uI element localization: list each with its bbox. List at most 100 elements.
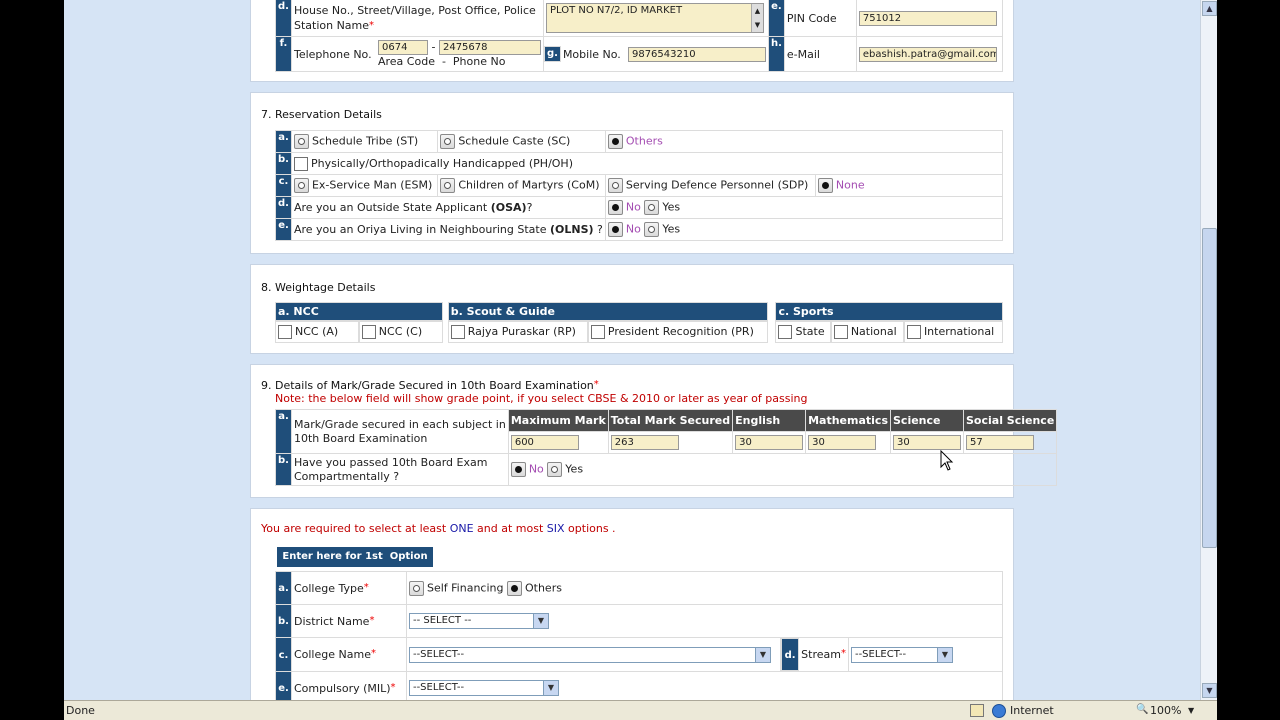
address-field[interactable]: PLOT NO N7/2, ID MARKET ▲ ▼ — [545, 3, 764, 33]
international-checkbox[interactable] — [906, 325, 921, 339]
osa-yes-radio[interactable] — [644, 200, 660, 215]
pin-field[interactable]: 751012 — [858, 10, 997, 26]
letter-a: a. — [275, 571, 292, 605]
ph-oh-checkbox[interactable] — [293, 156, 308, 171]
st-label: Schedule Tribe (ST) — [311, 134, 419, 148]
browser-viewport: d. House No., Street/Village, Post Offic… — [64, 0, 1200, 700]
olns-no-label: No — [625, 222, 641, 236]
radio-none[interactable] — [817, 178, 833, 193]
stream-select[interactable]: --SELECT-- ▼ — [850, 646, 953, 663]
mobile-field[interactable]: 9876543210 — [627, 46, 766, 62]
contact-panel: d. House No., Street/Village, Post Offic… — [250, 0, 1014, 82]
weightage-panel: 8. Weightage Details a. NCC b. Scout & G… — [250, 264, 1014, 354]
english-field[interactable]: 30 — [735, 435, 804, 450]
vertical-scrollbar[interactable]: ▲ ▼ — [1200, 0, 1217, 700]
email-label: e-Mail — [783, 36, 857, 72]
others-label: Others — [625, 134, 663, 148]
letter-d: d. — [780, 638, 800, 671]
chevron-down-icon[interactable]: ▼ — [1188, 706, 1194, 715]
zoom-icon: 🔍 — [1136, 704, 1149, 715]
screen-border — [1217, 0, 1280, 720]
mathematics-field[interactable]: 30 — [808, 435, 877, 450]
dash-separator: - — [431, 40, 436, 53]
reservation-panel: 7. Reservation Details a. Schedule Tribe… — [250, 92, 1014, 254]
col-maximum-mark: Maximum Mark — [507, 409, 609, 432]
marks-title: Details of Mark/Grade Secured in 10th Bo… — [275, 379, 594, 392]
letter-f: f. — [275, 36, 292, 72]
olns-yes-label: Yes — [662, 222, 681, 236]
scrollbar-thumb[interactable] — [1202, 228, 1217, 548]
ncc-header: a. NCC — [275, 302, 443, 321]
zone-text: Internet — [1010, 704, 1054, 717]
compartment-no-radio[interactable] — [510, 462, 526, 477]
marks-number: 9. — [261, 379, 272, 392]
district-select[interactable]: -- SELECT -- ▼ — [408, 613, 549, 629]
self-financing-radio[interactable] — [408, 580, 424, 596]
status-text: Done — [66, 704, 95, 717]
radio-sc[interactable] — [440, 134, 456, 149]
ncc-c-label: NCC (C) — [378, 325, 423, 338]
letter-h: h. — [767, 36, 785, 72]
compartment-yes-radio[interactable] — [547, 462, 563, 477]
chevron-down-icon: ▼ — [936, 647, 952, 662]
letter-e: e. — [275, 671, 292, 700]
total-mark-field[interactable]: 263 — [610, 435, 679, 450]
required-mark: * — [369, 20, 375, 31]
letter-a: a. — [275, 130, 292, 153]
radio-com[interactable] — [440, 178, 456, 193]
radio-st[interactable] — [293, 134, 309, 149]
radio-sdp[interactable] — [607, 178, 623, 193]
max-mark-field[interactable]: 600 — [510, 435, 579, 450]
marks-label-line2: 10th Board Examination — [293, 431, 428, 445]
email-field[interactable]: ebashish.patra@gmail.com — [858, 46, 997, 62]
social-science-field[interactable]: 57 — [966, 435, 1034, 450]
osa-yes-label: Yes — [662, 200, 681, 214]
col-mathematics: Mathematics — [805, 409, 891, 432]
rp-checkbox[interactable] — [450, 325, 465, 339]
letter-c: c. — [275, 637, 292, 672]
scroll-up-icon[interactable]: ▲ — [1202, 1, 1217, 16]
state-label: State — [795, 325, 825, 338]
olns-no-radio[interactable] — [607, 222, 623, 237]
science-field[interactable]: 30 — [893, 435, 961, 450]
district-label: District Name — [293, 614, 370, 628]
radio-others[interactable] — [607, 134, 623, 149]
zoom-level[interactable]: 100% — [1150, 704, 1181, 717]
stream-label: Stream — [801, 648, 841, 661]
national-checkbox[interactable] — [833, 325, 848, 339]
olns-yes-radio[interactable] — [644, 222, 660, 237]
pr-label: President Recognition (PR) — [607, 325, 754, 338]
options-notice: You are required to select at least ONE … — [261, 522, 616, 535]
ncc-a-checkbox[interactable] — [278, 325, 292, 339]
letter-b: b. — [275, 604, 292, 638]
com-label: Children of Martyrs (CoM) — [458, 178, 600, 192]
first-option-tab[interactable]: Enter here for 1st Option — [277, 547, 433, 567]
phone-number-field[interactable]: 2475678 — [438, 39, 541, 55]
pr-checkbox[interactable] — [590, 325, 605, 339]
radio-esm[interactable] — [293, 178, 309, 193]
ph-oh-label: Physically/Orthopadically Handicapped (P… — [310, 156, 573, 170]
ncc-c-checkbox[interactable] — [361, 325, 376, 339]
osa-no-radio[interactable] — [607, 200, 623, 215]
none-label: None — [835, 178, 865, 192]
area-code-field[interactable]: 0674 — [377, 39, 428, 55]
compartment-no-label: No — [528, 462, 544, 476]
marks-label-line1: Mark/Grade secured in each subject in — [293, 417, 506, 431]
college-type-label: College Type — [293, 581, 364, 595]
required-mark: * — [593, 379, 599, 390]
marks-note: Note: the below field will show grade po… — [275, 392, 808, 405]
compulsory-label: Compulsory (MIL) — [293, 681, 391, 695]
compulsory-select[interactable]: --SELECT-- ▼ — [408, 680, 559, 696]
osa-question: Are you an Outside State Applicant (OSA)… — [290, 196, 606, 219]
international-label: International — [923, 325, 995, 338]
area-phone-sublabel: Area Code - Phone No — [377, 54, 506, 68]
letter-c: c. — [275, 174, 292, 197]
others-option-label: Others — [524, 581, 562, 594]
letter-b: b. — [275, 152, 292, 175]
others-radio[interactable] — [506, 580, 522, 596]
esm-label: Ex-Service Man (ESM) — [311, 178, 433, 192]
state-checkbox[interactable] — [778, 325, 793, 339]
scroll-down-icon[interactable]: ▼ — [1202, 683, 1217, 698]
mobile-label: Mobile No. — [562, 47, 621, 61]
college-name-select[interactable]: --SELECT-- ▼ — [408, 646, 771, 663]
